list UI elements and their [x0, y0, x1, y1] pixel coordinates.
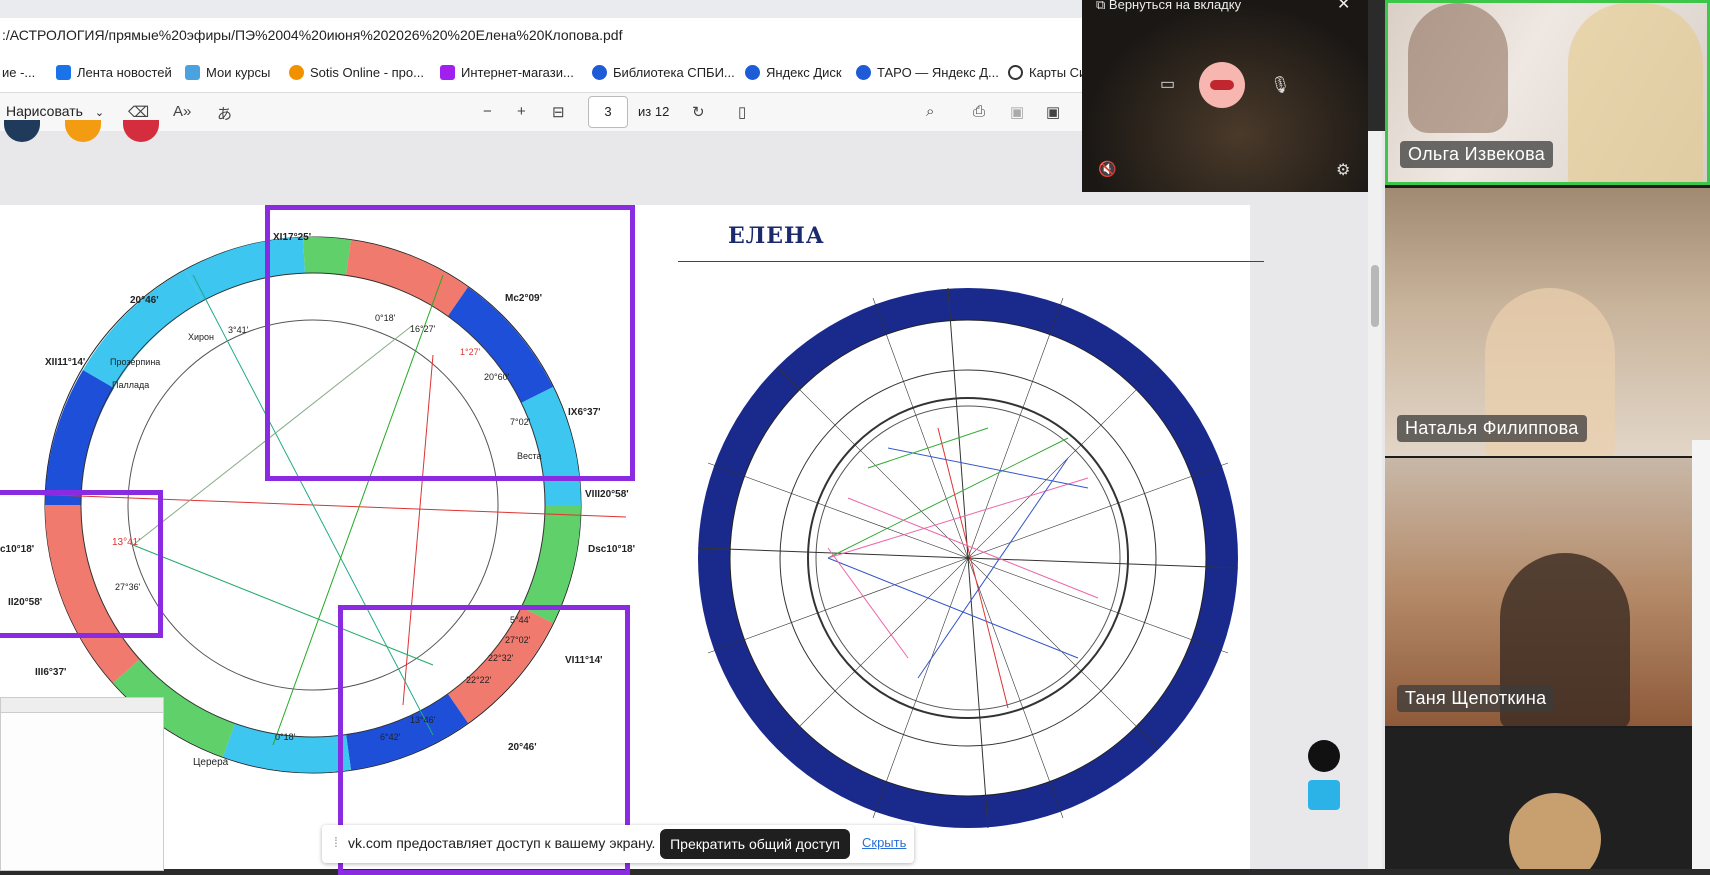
bookmark-taro[interactable]: ТАРО — Яндекс Д... — [856, 65, 999, 80]
svg-text:Хирон: Хирон — [188, 332, 214, 342]
save-icon[interactable]: ▣ — [1010, 103, 1024, 121]
page-total: из 12 — [638, 104, 670, 119]
tab-strip[interactable] — [0, 0, 1085, 18]
svg-text:XII11°14': XII11°14' — [45, 357, 85, 368]
maps-icon — [1008, 65, 1023, 80]
bookmark-maps[interactable]: Карты Си — [1008, 65, 1086, 80]
side-toolbar[interactable] — [1692, 440, 1710, 869]
wb-icon — [440, 65, 455, 80]
zoom-in-icon[interactable]: + — [517, 103, 526, 120]
participant-tile-4[interactable] — [1385, 728, 1710, 869]
news-icon — [56, 65, 71, 80]
gear-icon[interactable]: ⚙ — [1336, 160, 1350, 180]
avatar — [1509, 793, 1601, 869]
call-mini-window: ⧉ Вернуться на вкладку ✕ ▭ 🎙 🔇 ⚙ — [1082, 0, 1368, 192]
pdf-page: Церера XI17°25' 20°46' XII11°14' Прозерп… — [0, 205, 1264, 875]
title-rule — [678, 261, 1264, 262]
speaker-muted-icon[interactable]: 🔇 — [1098, 160, 1117, 178]
screen-share-bar: ⁞ vk.com предоставляет доступ к вашему э… — [322, 825, 914, 863]
courses-icon — [185, 65, 200, 80]
highlight-box-left — [0, 490, 163, 638]
save-as-icon[interactable]: ▣ — [1046, 103, 1060, 121]
participant-video — [1408, 3, 1508, 133]
bookmark-news-feed[interactable]: Лента новостей — [56, 65, 172, 80]
pdf-scrollbar-thumb[interactable] — [1371, 265, 1379, 327]
url-text: :/АСТРОЛОГИЯ/прямые%20эфиры/ПЭ%2004%20ию… — [2, 27, 623, 43]
previous-page-bottom — [0, 120, 170, 142]
disk-icon — [745, 65, 760, 80]
sotis-icon — [289, 65, 304, 80]
chat-widget-icon[interactable] — [1308, 780, 1340, 810]
stop-sharing-button[interactable]: Прекратить общий доступ — [660, 829, 850, 859]
right-natal-chart — [697, 287, 1239, 829]
external-link-icon: ⧉ — [1096, 0, 1106, 12]
svg-text:Прозерпина: Прозерпина — [110, 357, 160, 367]
aspect-table-inset — [0, 697, 164, 871]
highlight-box-top — [265, 205, 635, 481]
two-page-icon[interactable]: ▯ — [738, 103, 746, 121]
bookmarks-bar: ие -... Лента новостей Мои курсы Sotis O… — [0, 54, 1086, 93]
hangup-icon — [1210, 80, 1234, 90]
read-aloud-icon[interactable]: A» — [173, 103, 191, 120]
disk-icon — [592, 65, 607, 80]
bookmark-my-courses[interactable]: Мои курсы — [185, 65, 270, 80]
svg-text:III6°37': III6°37' — [35, 667, 66, 678]
rotate-icon[interactable]: ↻ — [692, 103, 705, 121]
eraser-icon[interactable]: ⌫ — [128, 103, 149, 121]
camera-icon[interactable]: ▭ — [1160, 74, 1175, 94]
print-icon[interactable]: ⎙ — [973, 103, 985, 120]
svg-text:Паллада: Паллада — [112, 380, 149, 390]
participant-tile-1[interactable]: Ольга Извекова — [1385, 0, 1710, 185]
participant-name: Ольга Извекова — [1400, 141, 1554, 168]
participant-video — [1568, 3, 1703, 182]
svg-text:VIII20°58': VIII20°58' — [585, 489, 629, 500]
bookmark-library[interactable]: Библиотека СПБИ... — [592, 65, 735, 80]
bookmark-sotis[interactable]: Sotis Online - про... — [289, 65, 424, 80]
microphone-icon[interactable]: 🎙 — [1270, 75, 1290, 95]
address-bar[interactable]: :/АСТРОЛОГИЯ/прямые%20эфиры/ПЭ%2004%20ию… — [0, 18, 1085, 54]
participant-name: Наталья Филиппова — [1397, 415, 1587, 442]
svg-text:0°18': 0°18' — [275, 732, 296, 742]
participant-gallery: Ольга Извекова Наталья Филиппова Таня Ще… — [1385, 0, 1710, 869]
disk-icon — [856, 65, 871, 80]
search-icon[interactable]: ⌕ — [926, 103, 934, 120]
page-title: ЕЛЕНА — [728, 223, 825, 249]
fit-page-icon[interactable]: ⊟ — [552, 103, 565, 121]
pin-icon[interactable] — [1308, 740, 1340, 772]
bookmark-shop[interactable]: Интернет-магази... — [440, 65, 574, 80]
page-number-input[interactable]: 3 — [588, 96, 628, 128]
bookmark-0[interactable]: ие -... — [2, 65, 35, 80]
end-call-button[interactable] — [1199, 62, 1245, 108]
pdf-scrollbar[interactable] — [1368, 131, 1382, 869]
participant-tile-2[interactable]: Наталья Филиппова — [1385, 188, 1710, 456]
svg-text:20°46': 20°46' — [130, 295, 159, 306]
participant-tile-3[interactable]: Таня Щепоткина — [1385, 458, 1710, 726]
svg-text:3°41': 3°41' — [228, 325, 249, 335]
participant-name: Таня Щепоткина — [1397, 685, 1555, 712]
bookmark-yandex-disk[interactable]: Яндекс Диск — [745, 65, 842, 80]
zoom-out-icon[interactable]: − — [483, 103, 492, 120]
hide-link[interactable]: Скрыть — [862, 835, 906, 850]
drag-handle-icon[interactable]: ⁞ — [334, 834, 338, 850]
share-message: vk.com предоставляет доступ к вашему экр… — [348, 835, 656, 851]
chevron-down-icon: ⌄ — [94, 107, 105, 119]
chart-label-cerera: Церера — [193, 757, 229, 768]
close-icon[interactable]: ✕ — [1337, 0, 1350, 14]
svg-text:Dsc10°18': Dsc10°18' — [588, 544, 635, 555]
translate-icon[interactable]: あ — [217, 103, 232, 124]
draw-button[interactable]: Нарисовать ⌄ — [6, 103, 104, 119]
return-to-tab-link[interactable]: ⧉ Вернуться на вкладку — [1096, 0, 1241, 13]
